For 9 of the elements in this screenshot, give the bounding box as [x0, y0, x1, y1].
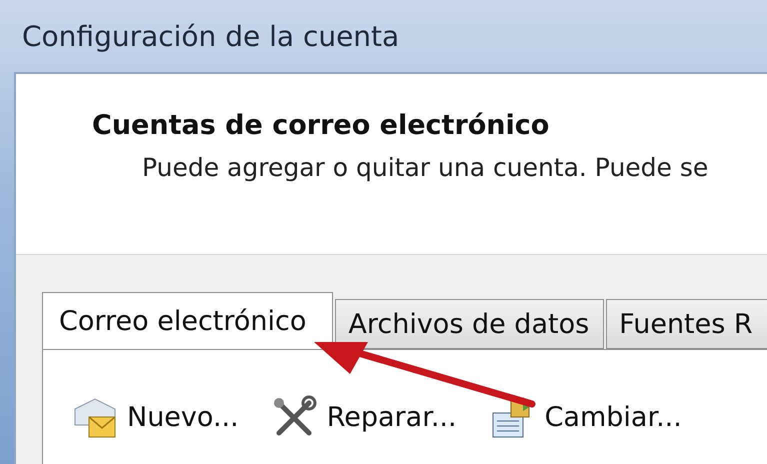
- section-description: Puede agregar o quitar una cuenta. Puede se: [142, 153, 710, 182]
- tab[interactable]: Fuentes R: [606, 299, 767, 349]
- toolbar-button[interactable]: Cambiar...: [488, 395, 682, 439]
- toolbar-button[interactable]: Nuevo...: [71, 395, 239, 439]
- tab[interactable]: Archivos de datos: [335, 299, 604, 349]
- tab[interactable]: Correo electrónico: [42, 292, 334, 349]
- window-title: Configuración de la cuenta: [22, 20, 400, 52]
- section-title: Cuentas de correo electrónico: [92, 110, 550, 141]
- toolbar-button[interactable]: Reparar...: [270, 395, 457, 439]
